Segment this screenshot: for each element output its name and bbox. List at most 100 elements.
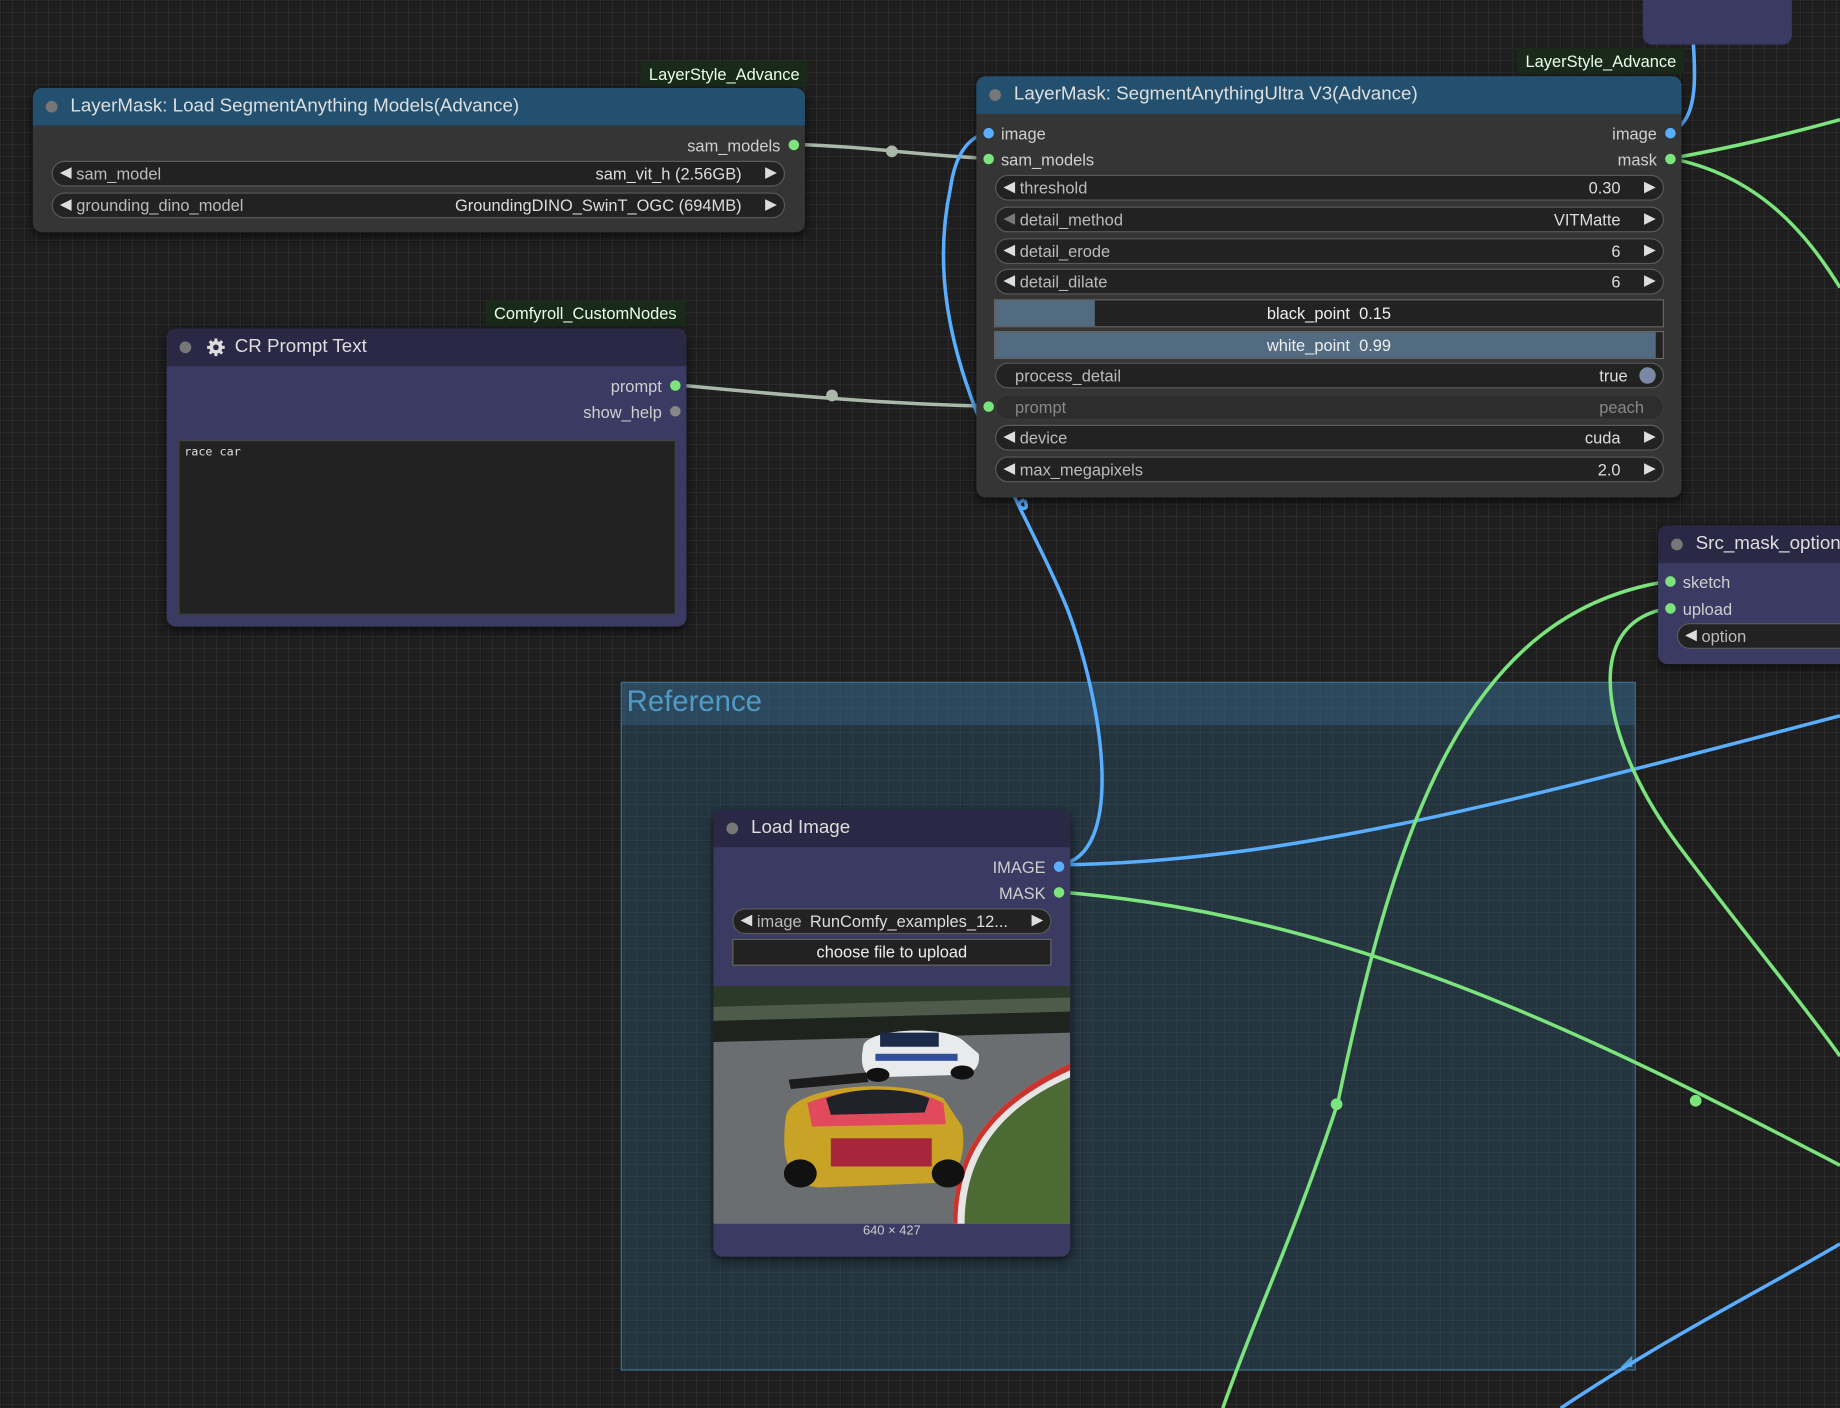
node-segmentanything-ultra-v3[interactable]: LayerMask: SegmentAnythingUltra V3(Advan… bbox=[976, 76, 1682, 498]
toggle-process-detail[interactable]: process_detail true bbox=[995, 362, 1664, 389]
node-load-image[interactable]: Load Image IMAGE MASK ◀ image RunComfy_e… bbox=[713, 809, 1071, 1257]
toggle-knob-icon[interactable] bbox=[1639, 367, 1656, 384]
output-slot-dot[interactable] bbox=[788, 139, 800, 151]
number-threshold[interactable]: ◀ threshold 0.30 ▶ bbox=[995, 174, 1664, 201]
node-badge: Comfyroll_CustomNodes bbox=[485, 300, 685, 327]
output-label: image bbox=[1612, 124, 1657, 144]
link-mask-out-2 bbox=[1670, 156, 1840, 289]
collapse-dot[interactable] bbox=[726, 822, 739, 835]
widget-label: max_megapixels bbox=[1019, 460, 1144, 479]
widget-label: image bbox=[756, 911, 802, 931]
number-detail-erode[interactable]: ◀ detail_erode 6 ▶ bbox=[995, 238, 1664, 265]
widget-label: option bbox=[1701, 626, 1747, 646]
node-title: CR Prompt Text bbox=[234, 336, 367, 357]
collapse-dot[interactable] bbox=[179, 341, 192, 354]
decrement-arrow-icon[interactable]: ◀ bbox=[1003, 427, 1015, 446]
collapse-dot[interactable] bbox=[1671, 538, 1683, 551]
widget-label: threshold bbox=[1019, 178, 1088, 198]
increment-arrow-icon[interactable]: ▶ bbox=[1644, 209, 1656, 228]
decrement-arrow-icon[interactable]: ◀ bbox=[1003, 177, 1015, 196]
combo-sam-model[interactable]: ◀ sam_model sam_vit_h (2.56GB) ▶ bbox=[51, 160, 786, 187]
combo-device[interactable]: ◀ device cuda ▶ bbox=[995, 424, 1664, 451]
link-midpoint bbox=[885, 145, 898, 158]
widget-value: 0.30 bbox=[1588, 178, 1621, 198]
output-slot-dot[interactable] bbox=[1665, 127, 1676, 139]
link-mask-to-right bbox=[1058, 890, 1840, 1167]
offscreen-node-top[interactable] bbox=[1642, 0, 1792, 45]
input-slot-dot[interactable] bbox=[1665, 603, 1676, 614]
input-label: image bbox=[1000, 124, 1046, 144]
link-midpoint bbox=[1689, 1094, 1702, 1107]
combo-detail-method[interactable]: ◀ detail_method VITMatte ▶ bbox=[995, 206, 1664, 233]
widget-value: RunComfy_examples_12... bbox=[809, 911, 1009, 931]
output-slot-dot[interactable] bbox=[1665, 153, 1676, 165]
link-sam-to-bottom bbox=[1017, 498, 1028, 511]
link-image-out-right bbox=[1058, 714, 1840, 867]
collapse-dot[interactable] bbox=[45, 100, 58, 113]
input-label: upload bbox=[1682, 599, 1733, 619]
output-slot-dot[interactable] bbox=[1053, 887, 1065, 898]
upload-button[interactable]: choose file to upload bbox=[732, 938, 1052, 966]
input-label: sam_models bbox=[1000, 150, 1095, 169]
slider-text: white_point 0.99 bbox=[1266, 335, 1392, 355]
widget-value: 6 bbox=[1611, 241, 1621, 261]
link-sketch bbox=[1221, 579, 1672, 1408]
decrement-arrow-icon[interactable]: ◀ bbox=[1685, 625, 1697, 644]
collapse-dot[interactable] bbox=[989, 89, 1001, 101]
input-slot-dot[interactable] bbox=[983, 153, 994, 165]
link-bottom-right-blue bbox=[1559, 1242, 1840, 1408]
input-prompt-converted: prompt peach bbox=[995, 394, 1664, 421]
combo-image[interactable]: ◀ image RunComfy_examples_12... ▶ bbox=[732, 908, 1052, 935]
combo-grounding-dino-model[interactable]: ◀ grounding_dino_model GroundingDINO_Swi… bbox=[51, 192, 786, 219]
combo-option[interactable]: ◀ option bbox=[1676, 623, 1840, 649]
prompt-textarea[interactable] bbox=[178, 440, 676, 615]
decrement-arrow-icon[interactable]: ◀ bbox=[740, 911, 752, 930]
preview-image[interactable] bbox=[713, 985, 1071, 1224]
decrement-arrow-icon[interactable]: ◀ bbox=[60, 163, 72, 182]
node-load-segmentanything-models[interactable]: LayerMask: Load SegmentAnything Models(A… bbox=[32, 88, 806, 233]
increment-arrow-icon[interactable]: ▶ bbox=[1644, 459, 1656, 478]
widget-label: prompt bbox=[1015, 397, 1067, 417]
increment-arrow-icon[interactable]: ▶ bbox=[1644, 271, 1656, 290]
decrement-arrow-icon[interactable]: ◀ bbox=[1003, 459, 1015, 478]
slider-white-point[interactable]: white_point 0.99 bbox=[993, 330, 1664, 360]
graph-canvas[interactable]: Reference LayerStyle_Advance LayerMask: … bbox=[0, 0, 1840, 1408]
slider-black-point[interactable]: black_point 0.15 bbox=[993, 299, 1664, 328]
node-src-mask-option[interactable]: Src_mask_option sketch upload ◀ option bbox=[1658, 525, 1840, 665]
node-title: Src_mask_option bbox=[1695, 533, 1840, 554]
widget-label: detail_erode bbox=[1019, 241, 1111, 261]
widget-value: 2.0 bbox=[1597, 460, 1621, 479]
increment-arrow-icon[interactable]: ▶ bbox=[1644, 241, 1656, 260]
number-max-megapixels[interactable]: ◀ max_megapixels 2.0 ▶ bbox=[995, 456, 1664, 483]
output-slot-dot[interactable] bbox=[1053, 861, 1065, 872]
widget-value: peach bbox=[1599, 397, 1645, 417]
output-label: IMAGE bbox=[992, 857, 1046, 877]
widget-value: true bbox=[1599, 366, 1628, 385]
decrement-arrow-icon[interactable]: ◀ bbox=[1003, 271, 1015, 290]
input-slot-dot[interactable] bbox=[983, 127, 994, 139]
input-slot-dot[interactable] bbox=[983, 401, 994, 412]
increment-arrow-icon[interactable]: ▶ bbox=[1031, 911, 1043, 930]
number-detail-dilate[interactable]: ◀ detail_dilate 6 ▶ bbox=[995, 268, 1664, 295]
decrement-arrow-icon[interactable]: ◀ bbox=[1003, 241, 1015, 260]
decrement-arrow-icon[interactable]: ◀ bbox=[60, 195, 72, 214]
increment-arrow-icon[interactable]: ▶ bbox=[1644, 427, 1656, 446]
race-car-photo-image bbox=[713, 985, 1071, 1224]
widget-label: sam_model bbox=[76, 164, 162, 184]
input-slot-dot[interactable] bbox=[1665, 576, 1676, 587]
increment-arrow-icon[interactable]: ▶ bbox=[1644, 177, 1656, 196]
increment-arrow-icon[interactable]: ▶ bbox=[765, 163, 777, 182]
output-label: sam_models bbox=[687, 136, 781, 155]
widget-label: device bbox=[1019, 428, 1068, 448]
decrement-arrow-icon[interactable]: ◀ bbox=[1003, 209, 1015, 228]
node-cr-prompt-text[interactable]: CR Prompt Text prompt show_help bbox=[166, 328, 687, 627]
node-badge: LayerStyle_Advance bbox=[640, 61, 808, 87]
output-slot-dot[interactable] bbox=[670, 380, 681, 391]
gear-icon bbox=[207, 338, 225, 357]
increment-arrow-icon[interactable]: ▶ bbox=[765, 195, 777, 214]
widget-label: grounding_dino_model bbox=[76, 195, 244, 215]
output-slot-dot[interactable] bbox=[670, 406, 681, 417]
output-label: mask bbox=[1617, 150, 1657, 169]
widget-label: detail_method bbox=[1019, 210, 1123, 229]
link-midpoint bbox=[1330, 1098, 1343, 1111]
